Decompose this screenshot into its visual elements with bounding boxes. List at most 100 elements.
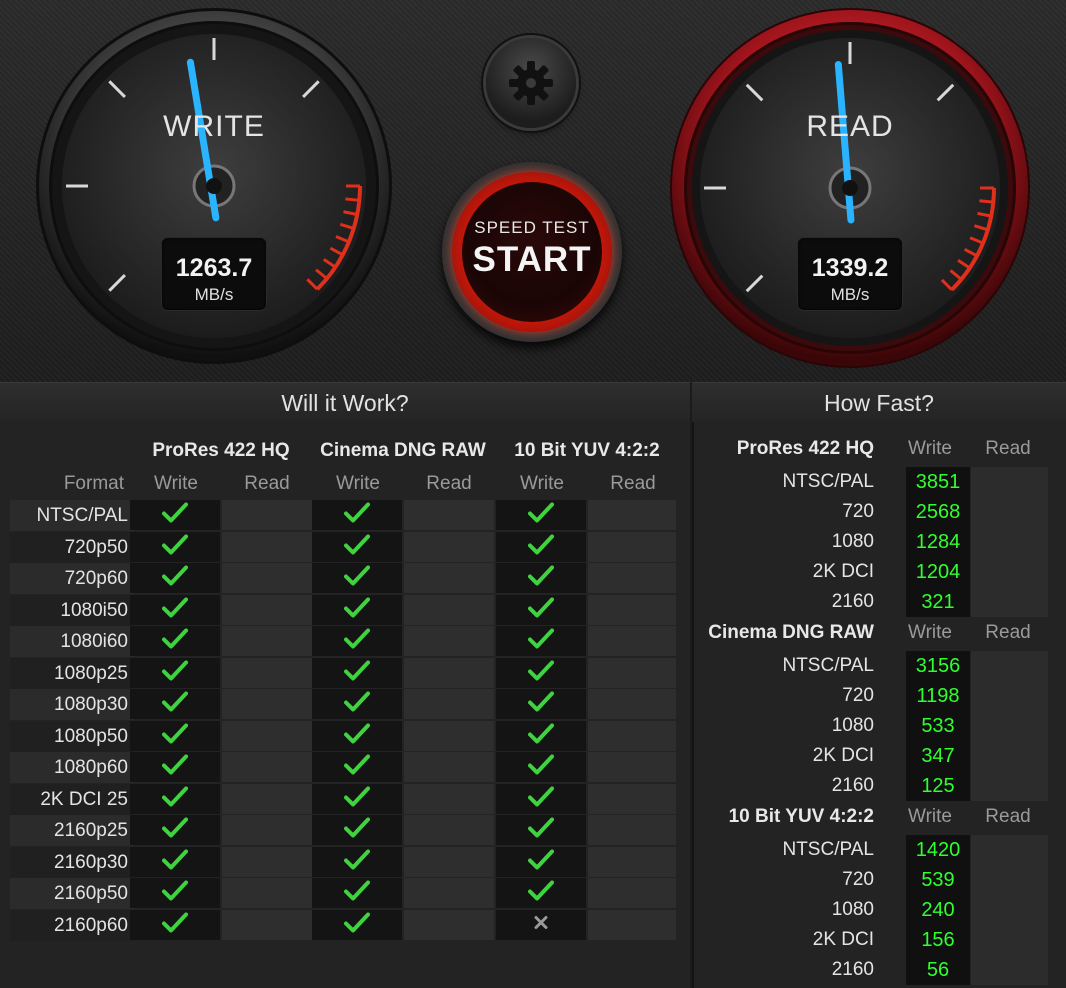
- table-row: NTSC/PAL: [10, 500, 676, 531]
- start-button-face: SPEED TEST START: [462, 182, 602, 322]
- checkmark-icon: [162, 911, 188, 938]
- read-fps-value: [971, 925, 1048, 955]
- write-status-cell: [130, 500, 220, 530]
- how-fast-section-title: ProRes 422 HQ: [736, 438, 874, 459]
- read-status-cell: [588, 531, 676, 562]
- how-fast-section-title: 10 Bit YUV 4:2:2: [728, 806, 874, 827]
- read-status-cell: [404, 689, 494, 719]
- write-status-cell: [496, 657, 586, 688]
- checkmark-icon: [344, 502, 370, 529]
- prores-read-header: Read: [244, 473, 290, 494]
- checkmark-icon: [162, 817, 188, 844]
- resolution-label: NTSC/PAL: [782, 471, 874, 492]
- read-status-cell: [404, 783, 494, 814]
- checkmark-icon: [344, 628, 370, 655]
- how-fast-row: 2K DCI 156: [694, 925, 1048, 955]
- write-gauge-label: WRITE: [163, 110, 265, 143]
- read-status-cell: [404, 878, 494, 908]
- write-fps-value: 1284: [906, 527, 970, 557]
- start-button[interactable]: SPEED TEST START: [442, 162, 622, 342]
- resolution-label: 2K DCI: [812, 929, 874, 950]
- checkmark-icon: [528, 691, 554, 718]
- resolution-label: 1080: [831, 715, 874, 736]
- format-label: 2160p25: [10, 815, 134, 846]
- checkmark-icon: [528, 628, 554, 655]
- format-label: 1080p50: [10, 720, 134, 752]
- format-label: 720p60: [10, 563, 134, 594]
- read-gauge: READ 1339.2 MB/s: [668, 6, 1032, 370]
- write-fps-value: 3156: [906, 651, 970, 681]
- format-label: 1080i60: [10, 626, 134, 657]
- checkmark-icon: [162, 628, 188, 655]
- write-gauge: WRITE 1263.7 MB/s: [34, 6, 394, 366]
- group-header-cinema-dng: Cinema DNG RAW: [320, 440, 486, 461]
- read-status-cell: [588, 815, 676, 845]
- read-status-cell: [588, 626, 676, 656]
- how-fast-row: 2K DCI 347: [694, 741, 1048, 771]
- format-label: 1080i50: [10, 594, 134, 626]
- format-label: 1080p25: [10, 657, 134, 689]
- how-fast-read-header: Read: [985, 622, 1031, 643]
- resolution-label: 720: [842, 685, 874, 706]
- read-status-cell: [222, 689, 312, 719]
- write-status-cell: [496, 531, 586, 562]
- read-status-cell: [222, 626, 312, 656]
- checkmark-icon: [344, 817, 370, 844]
- checkmark-icon: [162, 722, 188, 749]
- table-row: 2160p60: [10, 909, 676, 941]
- write-fps-value: 3851: [906, 467, 970, 497]
- checkmark-icon: [162, 533, 188, 560]
- write-status-cell: [130, 846, 220, 877]
- write-fps-value: 240: [906, 895, 970, 925]
- table-row: 2160p25: [10, 815, 676, 846]
- write-fps-value: 321: [906, 587, 970, 617]
- checkmark-icon: [528, 659, 554, 686]
- read-fps-value: [971, 467, 1048, 497]
- write-fps-value: 533: [906, 711, 970, 741]
- read-status-cell: [588, 563, 676, 593]
- write-fps-value: 1198: [906, 681, 970, 711]
- format-label: 2160p30: [10, 846, 134, 878]
- table-row: 720p60: [10, 563, 676, 594]
- read-status-cell: [404, 846, 494, 877]
- write-status-cell: [312, 657, 402, 688]
- how-fast-row: 1080 533: [694, 711, 1048, 741]
- write-status-cell: [312, 846, 402, 877]
- read-status-cell: [588, 878, 676, 908]
- how-fast-row: 1080 1284: [694, 527, 1048, 557]
- write-status-cell: [496, 815, 586, 845]
- cross-icon: [534, 915, 548, 934]
- how-fast-row: NTSC/PAL 3851: [694, 467, 1048, 497]
- write-status-cell: [496, 752, 586, 782]
- cinema-dng-read-header: Read: [426, 473, 472, 494]
- read-status-cell: [222, 563, 312, 593]
- table-row: 2K DCI 25: [10, 783, 676, 815]
- write-speed-value: 1263.7: [175, 254, 253, 282]
- read-status-cell: [404, 594, 494, 625]
- yuv-read-header: Read: [610, 473, 656, 494]
- write-status-cell: [312, 815, 402, 845]
- write-status-cell: [312, 594, 402, 625]
- table-row: 1080p25: [10, 657, 676, 689]
- format-label: NTSC/PAL: [10, 500, 134, 531]
- write-status-cell: [312, 909, 402, 940]
- how-fast-row: 2K DCI 1204: [694, 557, 1048, 587]
- settings-button[interactable]: [486, 38, 576, 128]
- table-row: 2160p50: [10, 878, 676, 909]
- write-status-cell: [130, 783, 220, 814]
- read-status-cell: [588, 752, 676, 782]
- checkmark-icon: [344, 911, 370, 938]
- start-button-label: START: [472, 240, 592, 279]
- prores-write-header: Write: [154, 473, 198, 494]
- checkmark-icon: [162, 848, 188, 875]
- write-status-cell: [130, 563, 220, 593]
- checkmark-icon: [344, 565, 370, 592]
- write-status-cell: [312, 531, 402, 562]
- checkmark-icon: [344, 848, 370, 875]
- write-status-cell: [130, 626, 220, 656]
- read-fps-value: [971, 835, 1048, 865]
- write-status-cell: [130, 594, 220, 625]
- checkmark-icon: [528, 502, 554, 529]
- read-redline-tick: [979, 199, 994, 204]
- read-fps-value: [971, 527, 1048, 557]
